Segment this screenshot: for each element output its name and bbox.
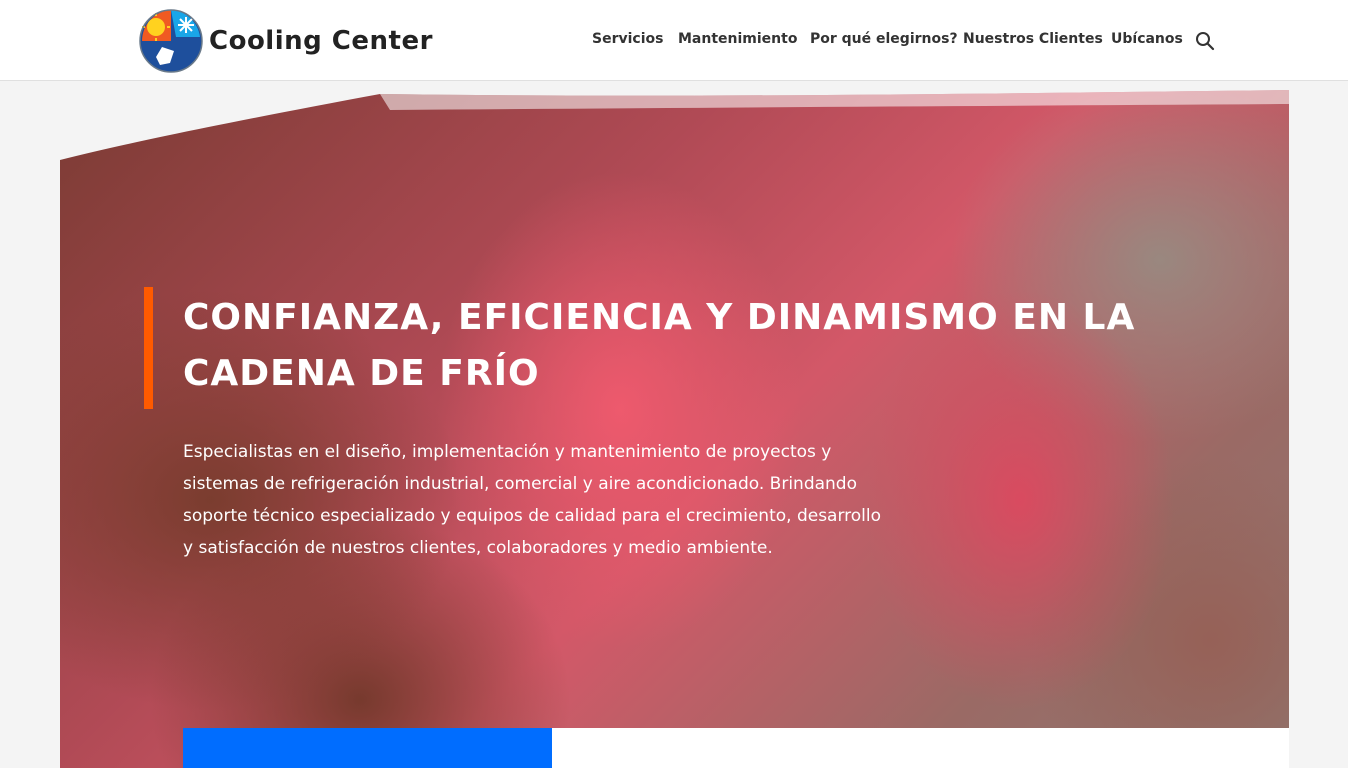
hero-top-divider [60,80,1289,160]
hero-description: Especialistas en el diseño, implementaci… [183,442,882,558]
logo[interactable]: Cooling Center [138,7,432,73]
title-accent-bar [144,287,153,409]
nav-item-nuestros-clientes[interactable]: Nuestros Clientes [963,31,1103,47]
nav-item-servicios[interactable]: Servicios [592,31,663,47]
nav-item-ubicanos[interactable]: Ubícanos [1111,31,1183,47]
search-icon[interactable] [1195,31,1215,51]
hero-title: Confianza, eficiencia y dinamismo en la … [183,297,1136,394]
nav-item-por-que-elegirnos[interactable]: Por qué elegirnos? [810,31,958,47]
feature-card-blue [183,728,552,768]
logo-text: Cooling Center [209,26,433,56]
hero-section: Confianza, eficiencia y dinamismo en la … [60,80,1289,768]
feature-card-white [552,728,1289,768]
nav-item-mantenimiento[interactable]: Mantenimiento [678,31,797,47]
logo-icon [139,9,203,73]
site-header: Cooling Center Servicios Mantenimiento P… [0,0,1348,80]
